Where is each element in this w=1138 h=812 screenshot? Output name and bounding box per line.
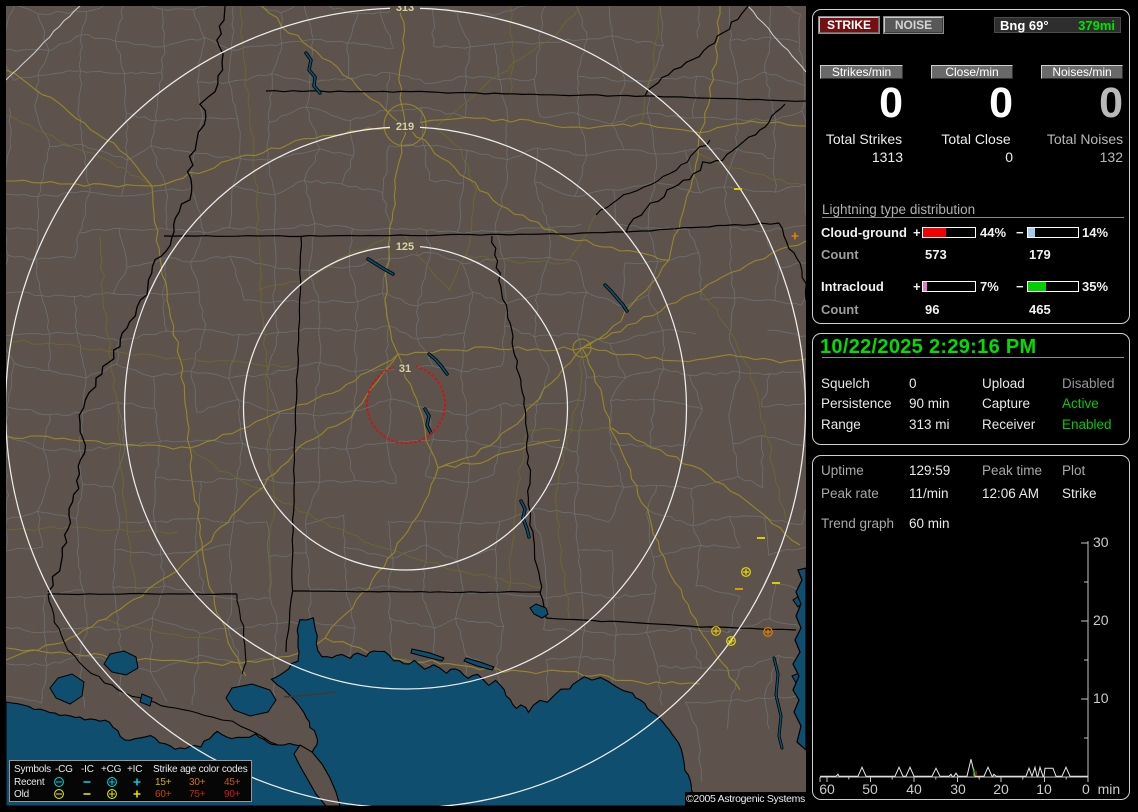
svg-text:30: 30 [950,781,966,797]
svg-text:20: 20 [993,781,1009,797]
svg-text:60: 60 [819,781,835,797]
svg-text:20: 20 [1093,612,1109,628]
svg-text:313: 313 [396,6,414,14]
svg-text:219: 219 [396,121,414,133]
svg-text:50: 50 [862,781,878,797]
svg-text:30: 30 [1093,534,1109,550]
svg-text:10: 10 [1093,690,1109,706]
svg-text:40: 40 [906,781,922,797]
svg-text:31: 31 [399,363,411,375]
svg-text:0 min: 0 min [1082,781,1120,797]
svg-text:125: 125 [396,241,414,253]
svg-text:10: 10 [1036,781,1052,797]
